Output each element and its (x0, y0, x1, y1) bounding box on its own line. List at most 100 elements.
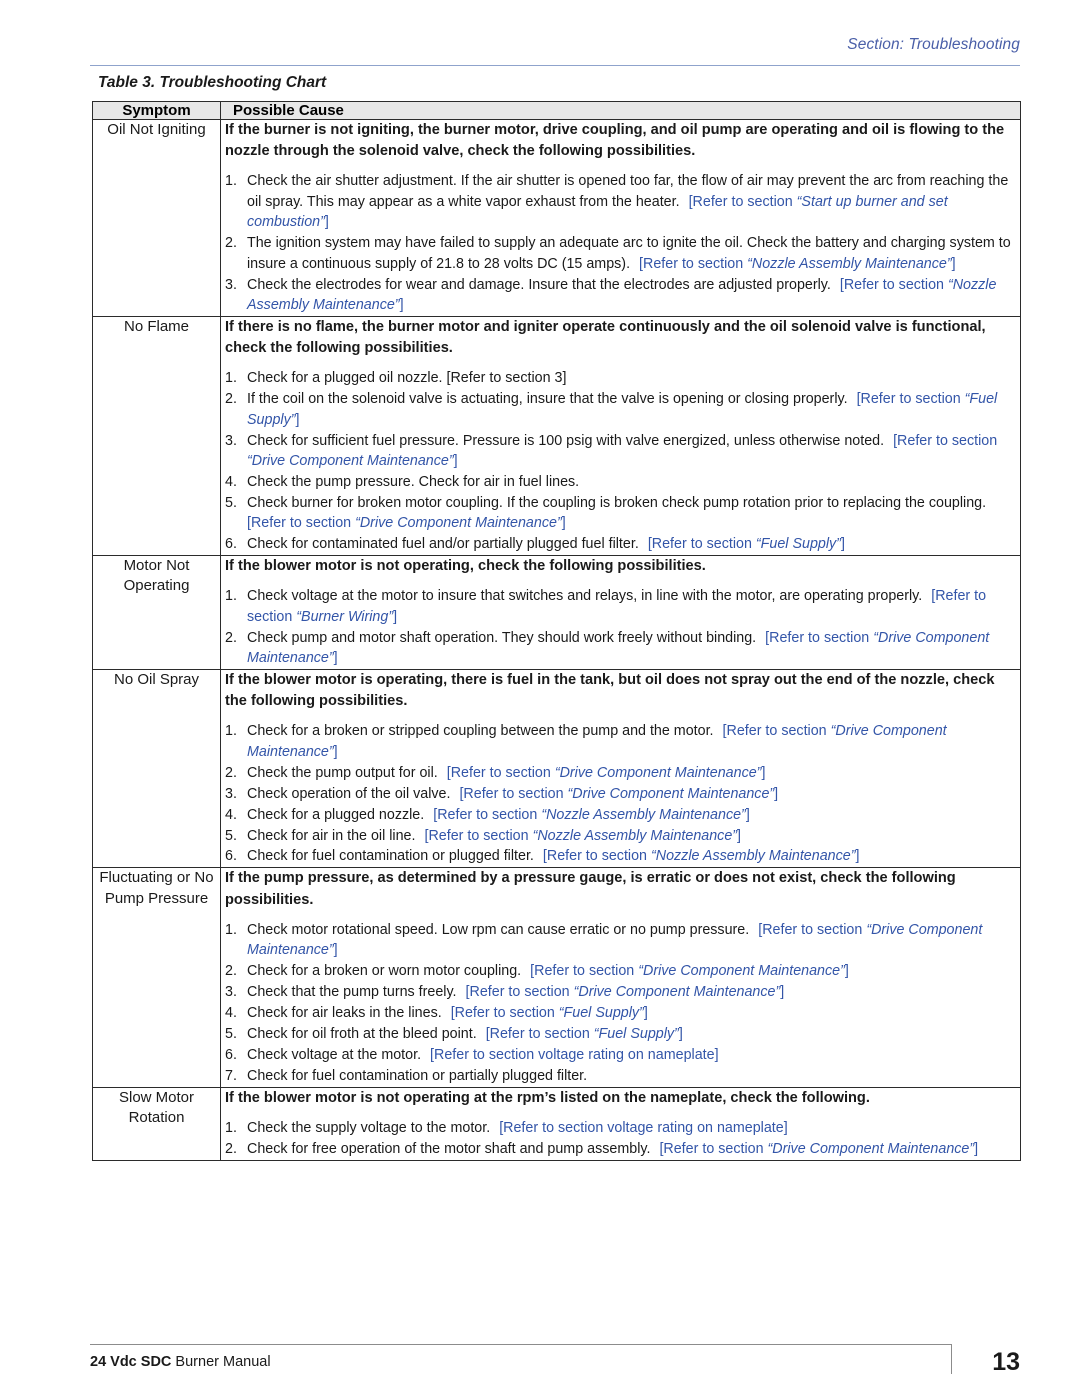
reference-link[interactable]: [Refer to section (765, 630, 869, 646)
cause-step: Check operation of the oil valve. [Refer … (221, 784, 1020, 805)
reference-link[interactable]: [Refer to section (247, 515, 351, 531)
column-header-symptom: Symptom (92, 101, 221, 120)
manual-title-bold: 24 Vdc SDC (90, 1354, 172, 1370)
cause-intro: If the burner is not igniting, the burne… (225, 122, 1005, 160)
possible-cause-cell: If the burner is not igniting, the burne… (220, 119, 1021, 317)
cause-step-text: Check for oil froth at the bleed point. (247, 1025, 477, 1042)
document-page: Section: Troubleshooting Table 3. Troubl… (0, 0, 1080, 1397)
reference-link[interactable]: [Refer to section (433, 807, 537, 823)
cause-step-text: Check for air leaks in the lines. (247, 1004, 442, 1021)
reference-link[interactable]: [Refer to section (659, 1141, 763, 1157)
reference-link-close: ] (333, 650, 338, 667)
reference-section-name[interactable]: “Drive Component Maintenance” (638, 963, 845, 979)
reference-section-name[interactable]: “Fuel Supply” (756, 536, 841, 552)
reference-section-name[interactable]: “Fuel Supply” (559, 1005, 644, 1021)
reference-section-name[interactable]: “Nozzle Assembly Maintenance” (541, 807, 745, 823)
symptom-cell: Slow Motor Rotation (92, 1086, 221, 1161)
symptom-cell: No Oil Spray (92, 669, 221, 869)
cause-step: Check for free operation of the motor sh… (221, 1139, 1020, 1160)
reference-section-name[interactable]: “Drive Component Maintenance” (574, 984, 781, 1000)
reference-section-name[interactable]: “Nozzle Assembly Maintenance” (533, 828, 737, 844)
cause-step: Check for contaminated fuel and/or parti… (221, 534, 1020, 555)
cause-step-text: Check motor rotational speed. Low rpm ca… (247, 921, 750, 938)
symptom-cell: Oil Not Igniting (92, 119, 221, 317)
cause-step-list: Check the supply voltage to the motor. [R… (221, 1118, 1020, 1160)
troubleshooting-table: Symptom Possible Cause Oil Not Igniting I… (92, 101, 1021, 1161)
cause-intro: If the blower motor is operating, there … (225, 672, 995, 710)
reference-link[interactable]: [Refer to section voltage rating on name… (430, 1047, 719, 1063)
cause-step-text: Check the pump output for oil. (247, 764, 438, 781)
cause-step-text: If the coil on the solenoid valve is act… (247, 391, 848, 408)
reference-section-name[interactable]: “Drive Component Maintenance” (555, 765, 762, 781)
cause-step: Check for sufficient fuel pressure. Pres… (221, 431, 1020, 472)
cause-step: If the coil on the solenoid valve is act… (221, 389, 1020, 430)
reference-link[interactable]: [Refer to section (424, 828, 528, 844)
reference-section-name[interactable]: “Nozzle Assembly Maintenance” (651, 848, 855, 864)
reference-section-name[interactable]: “Drive Component Maintenance” (247, 453, 454, 469)
cause-step: Check the pump pressure. Check for air i… (221, 472, 1020, 493)
reference-link-close: ] (840, 536, 845, 553)
header-divider (90, 65, 1020, 66)
reference-section-name[interactable]: “Drive Component Maintenance” (768, 1141, 975, 1157)
cause-step: Check for a broken or worn motor couplin… (221, 961, 1020, 982)
reference-link[interactable]: [Refer to section (451, 1005, 555, 1021)
reference-link[interactable]: [Refer to section (893, 433, 997, 449)
cause-step: The ignition system may have failed to s… (221, 233, 1020, 274)
cause-step: Check for a plugged oil nozzle. [Refer t… (221, 368, 1020, 389)
reference-link[interactable]: [Refer to section (840, 277, 944, 293)
reference-link[interactable]: [Refer to section (459, 786, 563, 802)
cause-intro: If the blower motor is not operating at … (225, 1089, 870, 1106)
table-row: Fluctuating or No Pump Pressure If the pu… (92, 867, 1021, 1088)
reference-link[interactable]: [Refer to section (530, 963, 634, 979)
reference-link[interactable]: [Refer to section (543, 848, 647, 864)
cause-step: Check for oil froth at the bleed point. [… (221, 1024, 1020, 1045)
cause-step: Check the air shutter adjustment. If the… (221, 171, 1020, 232)
cause-step: Check for air leaks in the lines. [Refer … (221, 1003, 1020, 1024)
reference-link[interactable]: [Refer to section (758, 922, 862, 938)
cause-step-text: Check for a broken or worn motor couplin… (247, 963, 522, 980)
cause-step-text: Check the pump pressure. Check for air i… (247, 473, 580, 490)
running-header: Section: Troubleshooting (90, 36, 1020, 66)
possible-cause-cell: If the blower motor is not operating at … (220, 1086, 1021, 1161)
reference-link[interactable]: [Refer to section (689, 194, 793, 210)
reference-link-close: ] (333, 743, 338, 760)
reference-link[interactable]: [Refer to section (723, 723, 827, 739)
cause-step-text: Check for a broken or stripped coupling … (247, 723, 714, 740)
reference-section-name[interactable]: “Nozzle Assembly Maintenance” (747, 256, 951, 272)
possible-cause-cell: If there is no flame, the burner motor a… (220, 315, 1021, 557)
possible-cause-cell: If the pump pressure, as determined by a… (220, 867, 1021, 1088)
reference-link[interactable]: [Refer to section (466, 984, 570, 1000)
page-number: 13 (992, 1348, 1020, 1376)
reference-link-close: ] (774, 785, 779, 802)
reference-link[interactable]: [Refer to section (486, 1026, 590, 1042)
reference-link[interactable]: [Refer to section (639, 256, 743, 272)
cause-step-text: Check the supply voltage to the motor. (247, 1119, 491, 1136)
reference-link[interactable]: [Refer to section voltage rating on name… (499, 1120, 788, 1136)
footer-divider (90, 1344, 952, 1345)
reference-link[interactable]: [Refer to section (447, 765, 551, 781)
reference-section-name[interactable]: “Burner Wiring” (296, 609, 393, 625)
table-header-row: Symptom Possible Cause (92, 101, 1021, 120)
symptom-cell: Fluctuating or No Pump Pressure (92, 867, 221, 1088)
cause-step-text: Check for a plugged oil nozzle. [Refer t… (247, 370, 567, 387)
cause-step: Check voltage at the motor. [Refer to sec… (221, 1045, 1020, 1066)
cause-step-text: Check for sufficient fuel pressure. Pres… (247, 432, 885, 449)
cause-step-text: Check voltage at the motor. (247, 1046, 422, 1063)
reference-section-name[interactable]: “Drive Component Maintenance” (355, 515, 562, 531)
reference-link[interactable]: [Refer to section (648, 536, 752, 552)
cause-step-list: Check voltage at the motor to insure tha… (221, 586, 1020, 668)
reference-link[interactable]: [Refer to section (857, 391, 961, 407)
section-label: Section: Troubleshooting (847, 36, 1020, 53)
cause-step-list: Check the air shutter adjustment. If the… (221, 171, 1020, 315)
page-footer: 24 Vdc SDC Burner Manual 13 (90, 1344, 1020, 1384)
cause-step-text: Check for free operation of the motor sh… (247, 1140, 651, 1157)
reference-section-name[interactable]: “Fuel Supply” (594, 1026, 679, 1042)
reference-link-close: ] (399, 296, 404, 313)
cause-step-text: Check voltage at the motor to insure tha… (247, 588, 923, 605)
reference-link-close: ] (844, 963, 849, 980)
symptom-cell: Motor Not Operating (92, 555, 221, 671)
cause-step: Check the supply voltage to the motor. [R… (221, 1118, 1020, 1139)
reference-section-name[interactable]: “Drive Component Maintenance” (568, 786, 775, 802)
reference-link-close: ] (951, 255, 956, 272)
reference-link-close: ] (780, 984, 785, 1001)
